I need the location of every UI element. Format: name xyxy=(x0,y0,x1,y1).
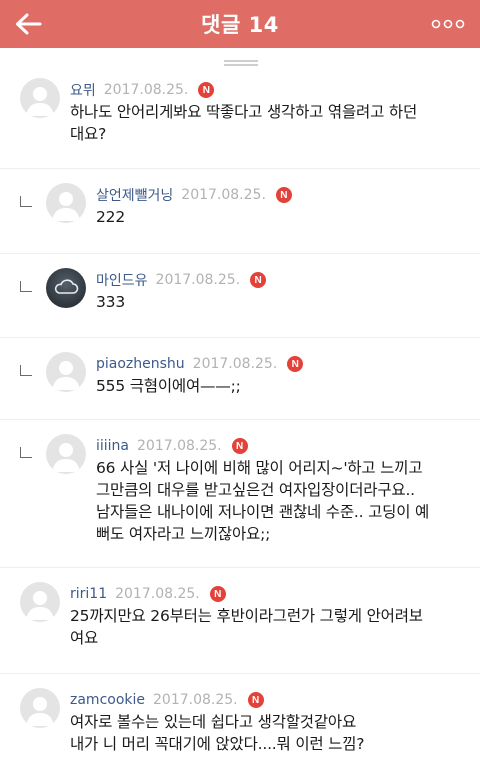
default-avatar-icon xyxy=(26,87,54,116)
comment-meta: 마인드유 2017.08.25. N xyxy=(96,270,267,290)
header-bar: 댓글 14 xyxy=(0,0,480,48)
comment-text: 555 극혐이에여——;; xyxy=(96,377,241,395)
comment-date: 2017.08.25. xyxy=(115,586,200,602)
new-badge: N xyxy=(250,272,267,288)
comment-date: 2017.08.25. xyxy=(181,187,266,203)
comment-author[interactable]: riri11 xyxy=(70,586,107,602)
divider xyxy=(0,567,480,568)
cloud-icon xyxy=(54,279,79,294)
new-badge: N xyxy=(247,692,264,708)
comment-text: 25까지만요 26부터는 후반이라그런가 그렇게 안어려보 여요 xyxy=(70,607,423,647)
comment-text: 하나도 안어리게봐요 딱좋다고 생각하고 엮을려고 하던 대요? xyxy=(70,103,418,143)
new-badge: N xyxy=(209,586,226,602)
divider xyxy=(0,673,480,674)
comment-meta: zamcookie 2017.08.25. N xyxy=(70,690,264,710)
divider xyxy=(0,168,480,169)
new-badge: N xyxy=(287,356,304,372)
comment-date: 2017.08.25. xyxy=(155,272,241,288)
comment-meta: riri11 2017.08.25. N xyxy=(70,584,226,604)
avatar[interactable] xyxy=(46,352,86,392)
divider xyxy=(0,337,480,338)
new-badge: N xyxy=(275,187,292,203)
comment-author[interactable]: 요뮈 xyxy=(70,80,96,100)
new-badge: N xyxy=(198,82,215,98)
comment-text: 66 사실 '저 나이에 비해 많이 어리지~'하고 느끼고 그만큼의 대우를 … xyxy=(96,459,430,543)
comment-author[interactable]: iiiina xyxy=(96,438,129,454)
reply-indicator-icon xyxy=(20,196,32,207)
divider xyxy=(0,253,480,254)
default-avatar-icon xyxy=(52,443,80,472)
page-title: 댓글 14 xyxy=(201,13,279,37)
avatar[interactable] xyxy=(46,434,86,474)
comment-text: 333 xyxy=(96,293,125,311)
new-badge: N xyxy=(231,438,248,454)
default-avatar-icon xyxy=(26,591,54,620)
comment-author[interactable]: 살언제뺄거닝 xyxy=(96,185,173,205)
avatar[interactable] xyxy=(20,582,60,622)
comment-date: 2017.08.25. xyxy=(192,356,278,372)
divider xyxy=(0,419,480,420)
comment-text: 222 xyxy=(96,208,125,226)
comment-date: 2017.08.25. xyxy=(153,692,238,708)
reply-indicator-icon xyxy=(20,365,32,376)
reply-indicator-icon xyxy=(20,447,32,458)
comment-meta: 살언제뺄거닝 2017.08.25. N xyxy=(96,185,292,205)
avatar[interactable] xyxy=(20,688,60,728)
comment-date: 2017.08.25. xyxy=(137,438,222,454)
comment-date: 2017.08.25. xyxy=(103,82,189,98)
comment-author[interactable]: piaozhenshu xyxy=(96,356,185,372)
avatar[interactable] xyxy=(46,183,86,223)
comment-meta: piaozhenshu 2017.08.25. N xyxy=(96,354,304,374)
comment-meta: iiiina 2017.08.25. N xyxy=(96,436,248,456)
default-avatar-icon xyxy=(52,361,80,390)
avatar[interactable] xyxy=(20,78,60,118)
comment-text: 여자로 볼수는 있는데 쉽다고 생각할것같아요 내가 니 머리 꼭대기에 앉았다… xyxy=(70,713,365,753)
more-dots-icon xyxy=(431,19,465,29)
comment-author[interactable]: zamcookie xyxy=(70,692,145,708)
comment-author[interactable]: 마인드유 xyxy=(96,270,148,290)
default-avatar-icon xyxy=(52,192,80,221)
avatar[interactable] xyxy=(46,268,86,308)
more-options-button[interactable] xyxy=(428,10,468,38)
comment-meta: 요뮈 2017.08.25. N xyxy=(70,80,215,100)
default-avatar-icon xyxy=(26,697,54,726)
drag-handle[interactable] xyxy=(224,60,258,66)
reply-indicator-icon xyxy=(20,281,32,292)
